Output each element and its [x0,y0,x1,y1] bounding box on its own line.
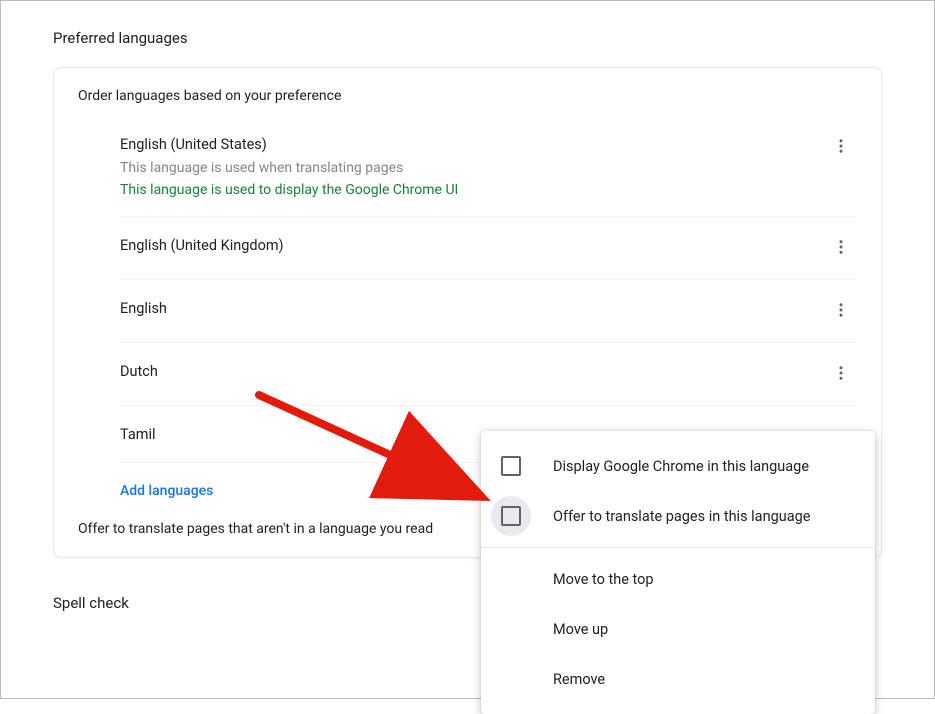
checkbox-icon[interactable] [501,456,521,476]
menu-item-offer-translate[interactable]: Offer to translate pages in this languag… [481,491,875,541]
language-options-button[interactable] [825,130,857,162]
section-title-preferred-languages: Preferred languages [53,29,882,47]
add-languages-link[interactable]: Add languages [120,483,213,499]
menu-item-label: Move to the top [553,571,654,588]
more-vert-icon [832,238,850,256]
menu-item-label: Remove [553,671,605,688]
menu-item-display-chrome[interactable]: Display Google Chrome in this language [481,441,875,491]
language-name: Dutch [120,361,825,383]
menu-item-label: Display Google Chrome in this language [553,458,809,475]
language-row: English (United States) This language is… [120,116,857,217]
menu-item-move-up[interactable]: Move up [481,604,875,654]
menu-item-label: Move up [553,621,608,638]
language-context-menu: Display Google Chrome in this language O… [481,431,875,714]
language-name: English (United Kingdom) [120,235,825,257]
language-options-button[interactable] [825,231,857,263]
checkbox-icon[interactable] [501,506,521,526]
language-name: English [120,298,825,320]
menu-divider [481,547,875,548]
language-options-button[interactable] [825,294,857,326]
language-row: English [120,280,857,343]
language-row: Dutch [120,343,857,406]
more-vert-icon [832,137,850,155]
language-name: English (United States) [120,134,825,156]
card-header: Order languages based on your preference [54,68,881,116]
more-vert-icon [832,364,850,382]
language-subtext-translate: This language is used when translating p… [120,158,825,178]
more-vert-icon [832,301,850,319]
menu-item-move-top[interactable]: Move to the top [481,554,875,604]
language-subtext-ui: This language is used to display the Goo… [120,180,825,200]
menu-item-remove[interactable]: Remove [481,654,875,704]
language-options-button[interactable] [825,357,857,389]
language-row: English (United Kingdom) [120,217,857,280]
menu-item-label: Offer to translate pages in this languag… [553,508,810,525]
